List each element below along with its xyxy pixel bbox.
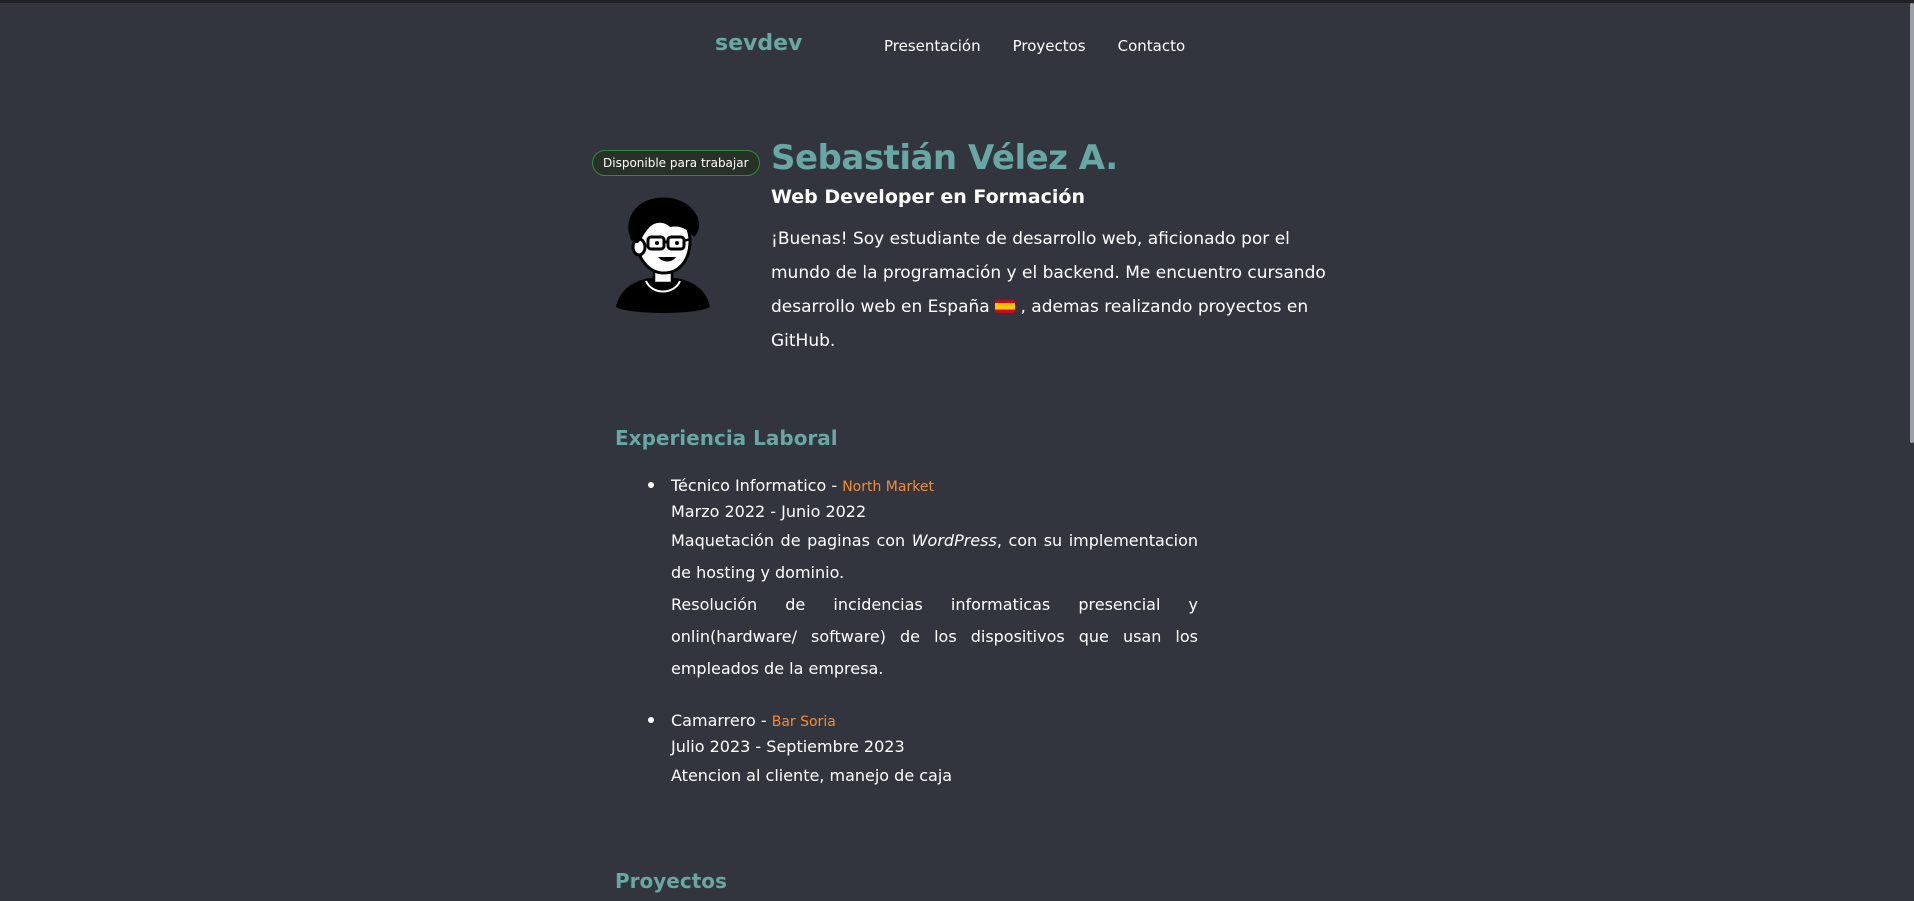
job-company: Bar Soria <box>771 714 836 730</box>
job-dates: Julio 2023 - Septiembre 2023 <box>671 737 905 756</box>
job-description: Resolución de incidencias informaticas p… <box>671 595 1198 678</box>
projects-heading: Proyectos <box>615 869 727 893</box>
bio-paragraph: ¡Buenas! Soy estudiante de desarrollo we… <box>771 222 1331 358</box>
job-separator: - <box>760 711 767 730</box>
bullet-icon <box>648 717 654 723</box>
job-dates: Marzo 2022 - Junio 2022 <box>671 502 867 521</box>
job-description-text: Maquetación de paginas con <box>671 531 906 550</box>
list-item: Técnico Informatico - North Market Marzo… <box>648 474 1198 685</box>
spain-flag-icon <box>995 300 1016 313</box>
job-description-emphasis: WordPress <box>911 531 997 550</box>
experience-list: Técnico Informatico - North Market Marzo… <box>648 474 1198 810</box>
bullet-icon <box>648 482 654 488</box>
nav-link-proyectos[interactable]: Proyectos <box>1013 37 1086 55</box>
scrollbar[interactable] <box>1910 3 1914 443</box>
job-company: North Market <box>842 479 934 495</box>
person-subtitle: Web Developer en Formación <box>771 186 1085 208</box>
brand-logo[interactable]: sevdev <box>715 31 802 56</box>
nav-link-presentacion[interactable]: Presentación <box>884 37 981 55</box>
site-header: sevdev Presentación Proyectos Contacto <box>0 28 1914 68</box>
hero-section: Disponible para trabajar Sebastián Vélez… <box>592 138 1352 351</box>
person-name: Sebastián Vélez A. <box>771 138 1118 178</box>
job-title-line: Técnico Informatico - North Market <box>671 474 1198 499</box>
main-nav: Presentación Proyectos Contacto <box>884 37 1185 55</box>
list-item: Camarrero - Bar Soria Julio 2023 - Septi… <box>648 709 1198 792</box>
job-separator: - <box>831 476 838 495</box>
window-top-edge <box>0 0 1914 3</box>
job-role: Técnico Informatico <box>671 476 827 495</box>
nav-link-contacto[interactable]: Contacto <box>1118 37 1186 55</box>
avatar <box>616 197 710 313</box>
job-description: Maquetación de paginas con WordPress, co… <box>671 525 1198 589</box>
job-description: Atencion al cliente, manejo de caja <box>671 766 953 785</box>
experience-heading: Experiencia Laboral <box>615 426 838 450</box>
job-title-line: Camarrero - Bar Soria <box>671 709 1198 734</box>
job-role: Camarrero <box>671 711 756 730</box>
availability-badge: Disponible para trabajar <box>592 150 760 176</box>
